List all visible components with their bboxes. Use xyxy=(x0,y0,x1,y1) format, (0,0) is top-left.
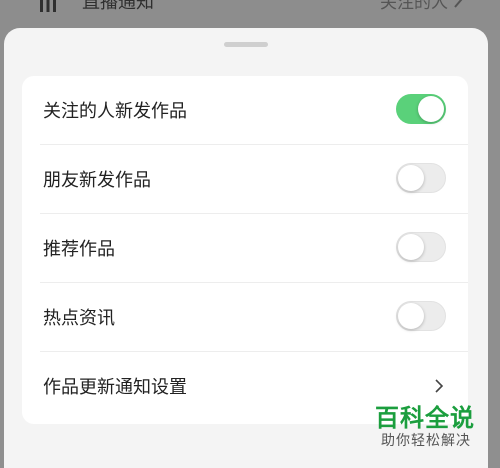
drag-handle[interactable] xyxy=(224,42,268,47)
watermark-sub-text: 助你轻松解决 xyxy=(381,433,471,449)
chevron-right-icon xyxy=(454,0,463,8)
setting-row-following-new-works[interactable]: 关注的人新发作品 xyxy=(22,76,468,145)
setting-label: 作品更新通知设置 xyxy=(43,377,187,398)
toggle-knob xyxy=(398,303,424,329)
recommended-works-toggle[interactable] xyxy=(396,232,446,262)
toggle-knob xyxy=(418,96,444,122)
chevron-right-icon xyxy=(435,379,444,393)
live-notification-value: 关注的人 xyxy=(380,0,448,13)
toggle-knob xyxy=(398,234,424,260)
setting-label: 关注的人新发作品 xyxy=(43,101,187,122)
setting-row-friends-new-works[interactable]: 朋友新发作品 xyxy=(22,145,468,214)
setting-label: 热点资讯 xyxy=(43,308,115,329)
hot-news-toggle[interactable] xyxy=(396,301,446,331)
setting-label: 推荐作品 xyxy=(43,239,115,260)
bars-icon xyxy=(40,0,56,12)
live-notification-title: 直播通知 xyxy=(82,0,154,13)
setting-label: 朋友新发作品 xyxy=(43,170,151,191)
setting-row-recommended-works[interactable]: 推荐作品 xyxy=(22,214,468,283)
following-new-works-toggle[interactable] xyxy=(396,94,446,124)
friends-new-works-toggle[interactable] xyxy=(396,163,446,193)
background-notification-row: 直播通知 关注的人 xyxy=(0,0,500,30)
setting-row-hot-news[interactable]: 热点资讯 xyxy=(22,283,468,352)
watermark-main-text: 百科全说 xyxy=(375,404,475,432)
toggle-knob xyxy=(398,165,424,191)
settings-card: 关注的人新发作品 朋友新发作品 推荐作品 热点资讯 作品更新通知设置 xyxy=(22,76,468,424)
watermark-logo: 百科全说 助你轻松解决 xyxy=(371,396,491,454)
